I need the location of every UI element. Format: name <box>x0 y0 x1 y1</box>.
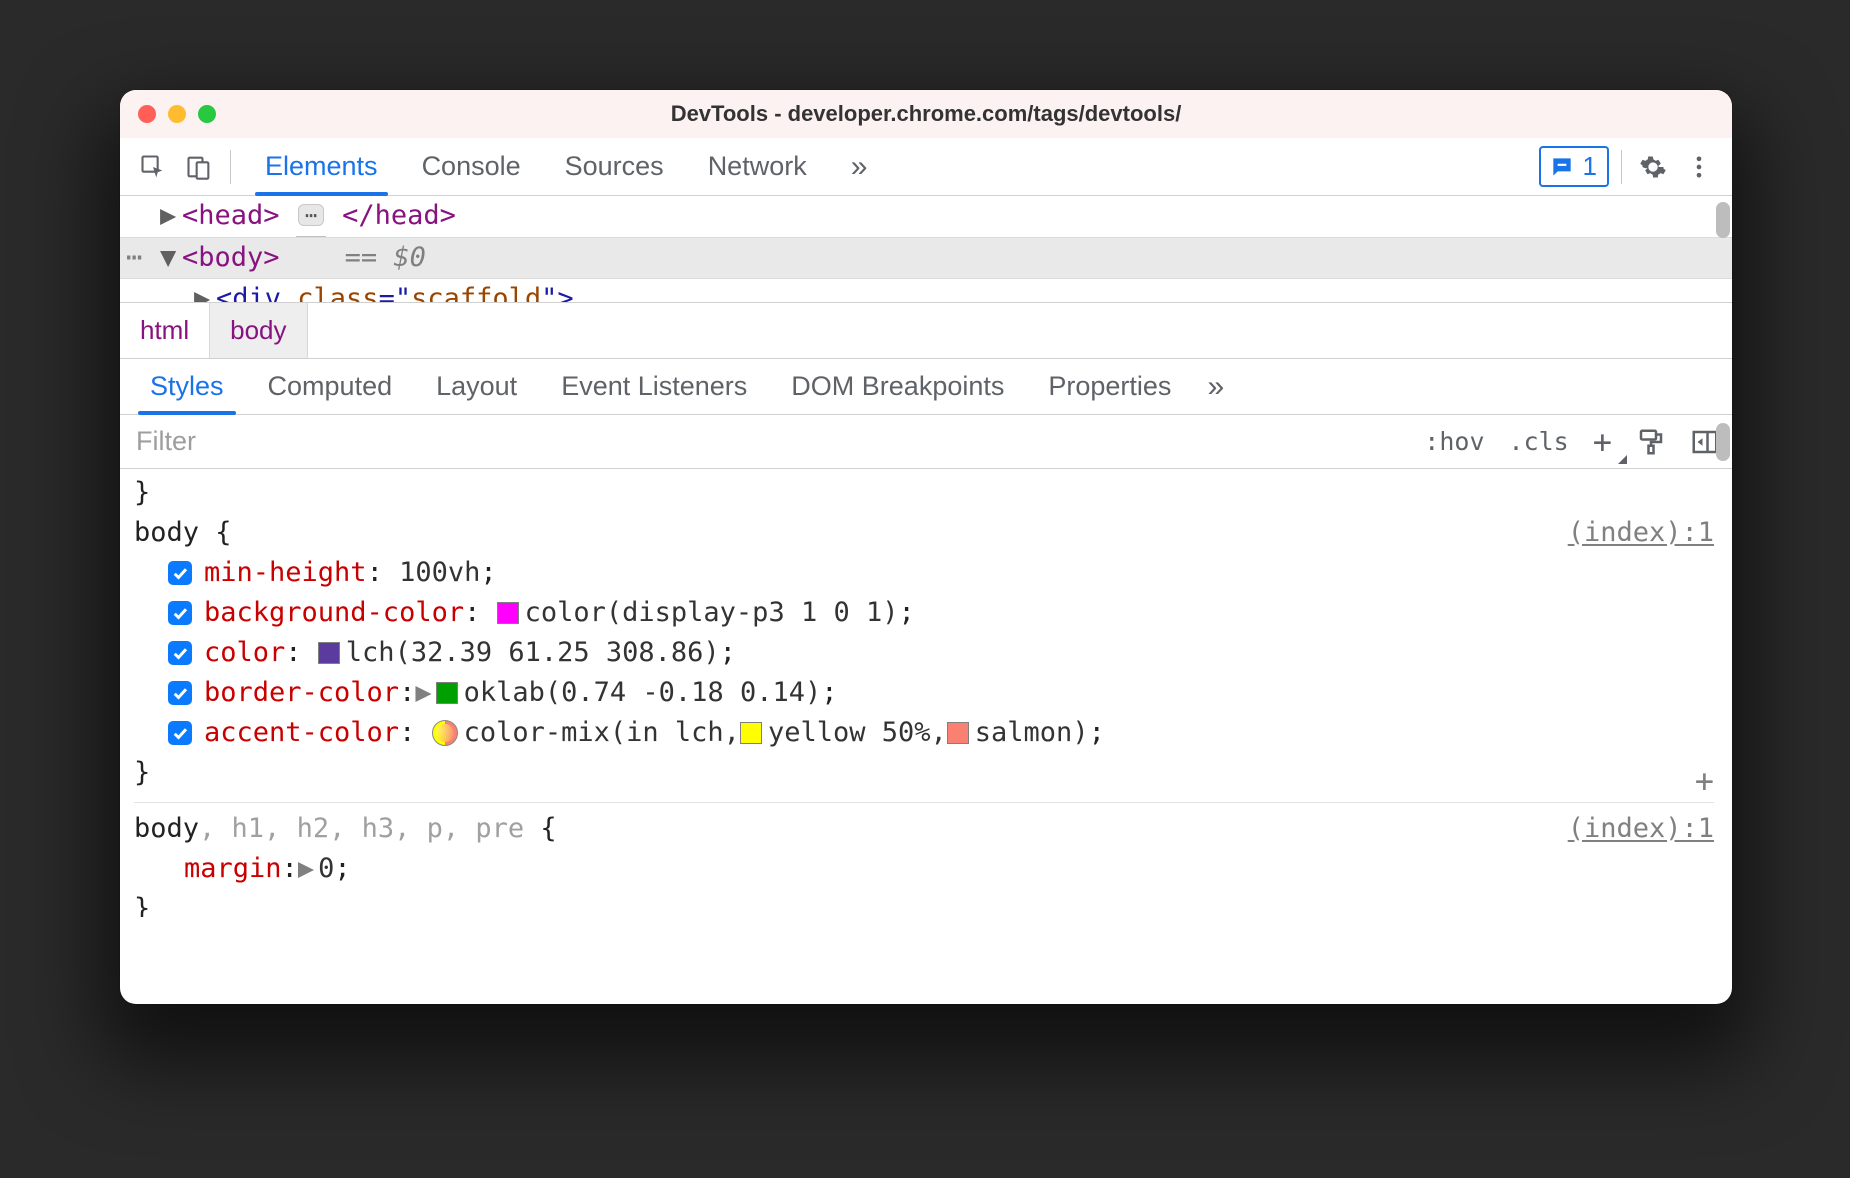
issues-icon <box>1549 154 1575 180</box>
declaration-border-color[interactable]: border-color: ▶ oklab(0.74 -0.18 0.14); <box>134 673 1714 713</box>
inspect-element-icon[interactable] <box>134 148 172 186</box>
tab-label: Elements <box>265 151 378 182</box>
more-tabs-button[interactable]: » <box>837 150 882 184</box>
dom-node-partial: ▶ <div class="scaffold"> <box>120 279 1732 303</box>
color-swatch-icon[interactable] <box>740 722 762 744</box>
tab-elements[interactable]: Elements <box>243 138 400 195</box>
subtab-styles[interactable]: Styles <box>128 359 246 414</box>
styles-filter-input[interactable] <box>120 426 1412 457</box>
toggle-cls-button[interactable]: .cls <box>1497 427 1581 456</box>
color-swatch-icon[interactable] <box>436 682 458 704</box>
subtab-computed[interactable]: Computed <box>246 359 415 414</box>
device-toolbar-icon[interactable] <box>180 148 218 186</box>
styles-filter-bar: :hov .cls + <box>120 415 1732 469</box>
dom-node-head[interactable]: ▶ <head> ⋯ </head> <box>120 196 1732 237</box>
paint-format-icon[interactable] <box>1624 427 1678 457</box>
declaration-accent-color[interactable]: accent-color: color-mix(in lch, yellow 5… <box>134 713 1714 753</box>
toggle-checkbox[interactable] <box>168 721 192 745</box>
window-controls <box>138 105 216 123</box>
toggle-checkbox[interactable] <box>168 681 192 705</box>
tab-label: Network <box>708 151 807 182</box>
subtab-event-listeners[interactable]: Event Listeners <box>539 359 769 414</box>
settings-icon[interactable] <box>1634 148 1672 186</box>
tab-sources[interactable]: Sources <box>543 138 686 195</box>
minimize-window-button[interactable] <box>168 105 186 123</box>
declaration-color[interactable]: color: lch(32.39 61.25 308.86); <box>134 633 1714 673</box>
tab-label: Sources <box>565 151 664 182</box>
issues-badge[interactable]: 1 <box>1539 146 1609 187</box>
prev-rule-close-brace: } <box>134 473 1714 513</box>
new-style-rule-button[interactable]: + <box>1581 423 1624 461</box>
styles-pane[interactable]: } body { (index):1 min-height: 100vh; ba… <box>120 469 1732 1004</box>
dom-tag: <head> <box>182 200 280 231</box>
source-link[interactable]: (index):1 <box>1568 809 1714 849</box>
expand-triangle-icon[interactable]: ▶ <box>298 849 314 889</box>
zoom-window-button[interactable] <box>198 105 216 123</box>
expand-triangle-icon[interactable]: ▶ <box>160 196 176 236</box>
style-rule-body-group[interactable]: body, h1, h2, h3, p, pre { (index):1 mar… <box>134 802 1714 926</box>
breadcrumb: html body <box>120 303 1732 359</box>
dom-tree[interactable]: ▶ <head> ⋯ </head> ⋯ ▼ <body> == $0 ▶ <d… <box>120 196 1732 303</box>
rule-close-brace: } <box>134 889 1714 917</box>
close-window-button[interactable] <box>138 105 156 123</box>
toolbar-divider <box>230 150 231 184</box>
more-actions-icon[interactable]: ⋯ <box>126 238 144 278</box>
source-link[interactable]: (index):1 <box>1568 513 1714 553</box>
declaration-background-color[interactable]: background-color: color(display-p3 1 0 1… <box>134 593 1714 633</box>
dom-tag: </head> <box>342 200 456 231</box>
window-title: DevTools - developer.chrome.com/tags/dev… <box>120 101 1732 127</box>
styles-subtabs: Styles Computed Layout Event Listeners D… <box>120 359 1732 415</box>
kebab-menu-icon[interactable] <box>1680 148 1718 186</box>
more-subtabs-button[interactable]: » <box>1193 370 1238 404</box>
toolbar-divider <box>1621 150 1622 184</box>
issues-count: 1 <box>1583 151 1597 182</box>
dom-node-body-selected[interactable]: ⋯ ▼ <body> == $0 <box>120 237 1732 279</box>
subtab-properties[interactable]: Properties <box>1026 359 1193 414</box>
main-toolbar: Elements Console Sources Network » 1 <box>120 138 1732 196</box>
collapse-triangle-icon[interactable]: ▼ <box>160 238 176 278</box>
subtab-dom-breakpoints[interactable]: DOM Breakpoints <box>769 359 1026 414</box>
devtools-window: DevTools - developer.chrome.com/tags/dev… <box>120 90 1732 1004</box>
color-swatch-icon[interactable] <box>497 602 519 624</box>
rule-selector[interactable]: body { <box>134 513 232 553</box>
tab-network[interactable]: Network <box>686 138 829 195</box>
breadcrumb-item-html[interactable]: html <box>120 303 209 358</box>
dom-scrollbar[interactable] <box>1716 202 1730 238</box>
breadcrumb-item-body[interactable]: body <box>209 303 307 358</box>
add-declaration-button[interactable]: + <box>1695 761 1714 801</box>
color-swatch-icon[interactable] <box>947 722 969 744</box>
subtab-layout[interactable]: Layout <box>414 359 539 414</box>
styles-scrollbar[interactable] <box>1716 423 1730 461</box>
color-mix-swatch-icon[interactable] <box>432 720 458 746</box>
ellipsis-badge-icon[interactable]: ⋯ <box>298 204 324 226</box>
declaration-margin[interactable]: margin: ▶ 0; <box>134 849 1714 889</box>
dom-selected-marker: == $0 <box>345 242 426 273</box>
toggle-hov-button[interactable]: :hov <box>1412 427 1496 456</box>
expand-triangle-icon[interactable]: ▶ <box>415 673 431 713</box>
titlebar: DevTools - developer.chrome.com/tags/dev… <box>120 90 1732 138</box>
tab-console[interactable]: Console <box>400 138 543 195</box>
declaration-min-height[interactable]: min-height: 100vh; <box>134 553 1714 593</box>
rule-selector[interactable]: body, h1, h2, h3, p, pre { <box>134 809 557 849</box>
toggle-checkbox[interactable] <box>168 641 192 665</box>
rule-close-brace: } <box>134 753 1714 793</box>
toggle-checkbox[interactable] <box>168 561 192 585</box>
color-swatch-icon[interactable] <box>318 642 340 664</box>
main-tabs: Elements Console Sources Network <box>243 138 829 195</box>
tab-label: Console <box>422 151 521 182</box>
expand-triangle-icon[interactable]: ▶ <box>194 279 210 303</box>
toggle-checkbox[interactable] <box>168 601 192 625</box>
style-rule-body[interactable]: body { (index):1 min-height: 100vh; back… <box>134 513 1714 802</box>
dom-tag: <body> <box>182 242 280 273</box>
